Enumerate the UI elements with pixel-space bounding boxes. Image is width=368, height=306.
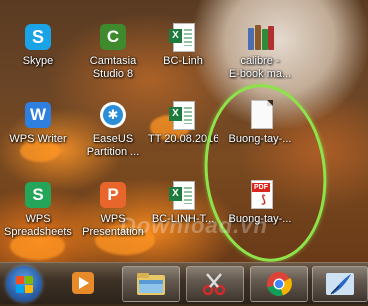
desktop-icon-bc-linh[interactable]: X BC-Linh xyxy=(148,22,218,68)
scissors-icon xyxy=(202,273,226,296)
desktop-icon-easeus[interactable]: ✱ EaseUS Partition ... xyxy=(78,100,148,159)
watermark: Download.vn xyxy=(120,213,268,238)
feather-pen-icon xyxy=(326,273,354,295)
wps-spreadsheets-icon: S xyxy=(23,180,53,210)
wps-presentation-icon: P xyxy=(98,180,128,210)
icon-label-line2: Spreadsheets xyxy=(4,226,72,238)
chrome-icon xyxy=(267,272,292,296)
folder-icon xyxy=(137,273,165,295)
desktop: S Skype C Camtasia Studio 8 X BC-Linh ca… xyxy=(0,0,368,262)
excel-file-icon: X xyxy=(168,180,198,210)
taskbar-file-explorer[interactable] xyxy=(122,266,180,302)
icon-label: WPS Writer xyxy=(9,133,67,145)
desktop-icon-camtasia[interactable]: C Camtasia Studio 8 xyxy=(78,22,148,81)
desktop-icon-wps-spreadsheets[interactable]: S WPS Spreadsheets xyxy=(3,180,73,239)
taskbar-snipping-tool[interactable] xyxy=(186,266,244,302)
wps-writer-icon: W xyxy=(23,100,53,130)
media-player-icon xyxy=(72,272,94,294)
desktop-icon-calibre[interactable]: calibre - E-book ma... xyxy=(225,22,295,81)
desktop-icon-wps-writer[interactable]: W WPS Writer xyxy=(3,100,73,146)
taskbar-ink-app[interactable] xyxy=(312,266,368,302)
icon-label-line2: E-book ma... xyxy=(228,68,292,80)
icon-label: calibre - xyxy=(240,55,280,67)
start-button[interactable] xyxy=(6,266,42,302)
icon-label-line2: Partition ... xyxy=(86,146,140,158)
easeus-icon: ✱ xyxy=(98,100,128,130)
calibre-books-icon xyxy=(245,22,275,52)
icon-label: EaseUS xyxy=(92,133,134,145)
excel-file-icon: X xyxy=(168,100,198,130)
icon-label: Camtasia xyxy=(89,55,137,67)
taskbar-chrome[interactable] xyxy=(250,266,308,302)
taskbar-media-player[interactable] xyxy=(60,266,104,300)
icon-label-line2: Studio 8 xyxy=(92,68,134,80)
excel-file-icon: X xyxy=(168,22,198,52)
camtasia-icon: C xyxy=(98,22,128,52)
icon-label: Skype xyxy=(22,55,54,67)
taskbar xyxy=(0,262,368,304)
skype-icon: S xyxy=(23,22,53,52)
desktop-icon-skype[interactable]: S Skype xyxy=(3,22,73,68)
icon-label: BC-Linh xyxy=(163,55,203,67)
icon-label: WPS xyxy=(25,213,51,225)
